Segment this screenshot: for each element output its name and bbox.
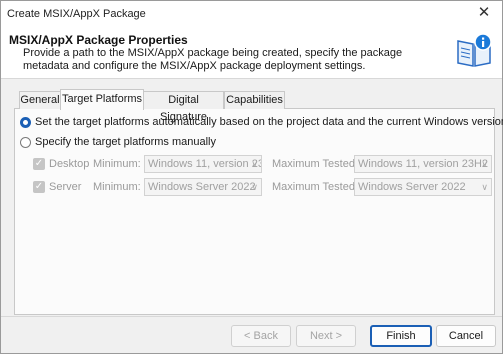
server-checkbox[interactable]: ✓ [33, 181, 45, 193]
window-title: Create MSIX/AppX Package [7, 8, 146, 20]
desktop-minimum-value: Windows 11, version 23 [148, 158, 262, 170]
manual-platforms-radio[interactable] [20, 137, 31, 148]
next-button[interactable]: Next > [296, 325, 356, 347]
wizard-header: MSIX/AppX Package Properties Provide a p… [1, 27, 502, 79]
desktop-minimum-label: Minimum: [93, 158, 141, 170]
server-max-select[interactable]: Windows Server 2022 ∨ [354, 178, 492, 196]
desktop-max-value: Windows 11, version 23H2 [358, 158, 489, 170]
desktop-checkbox[interactable]: ✓ [33, 158, 45, 170]
chevron-down-icon: ∨ [251, 182, 258, 192]
manual-platforms-label[interactable]: Specify the target platforms manually [35, 136, 216, 148]
desktop-max-label: Maximum Tested: [272, 158, 358, 170]
page-title: MSIX/AppX Package Properties [9, 33, 188, 47]
server-minimum-select[interactable]: Windows Server 2022 ∨ [144, 178, 262, 196]
server-max-label: Maximum Tested: [272, 181, 358, 193]
tab-target-platforms[interactable]: Target Platforms [60, 89, 144, 110]
tab-general[interactable]: General [19, 91, 61, 109]
chevron-down-icon: ∨ [251, 159, 258, 169]
dialog-window: Create MSIX/AppX Package ✕ MSIX/AppX Pac… [0, 0, 503, 354]
page-description: Provide a path to the MSIX/AppX package … [23, 47, 403, 72]
tab-capabilities[interactable]: Capabilities [224, 91, 285, 109]
finish-button[interactable]: Finish [370, 325, 432, 347]
desktop-label: Desktop [49, 158, 90, 170]
desktop-minimum-select[interactable]: Windows 11, version 23 ∨ [144, 155, 262, 173]
auto-platforms-label[interactable]: Set the target platforms automatically b… [35, 116, 503, 128]
server-max-value: Windows Server 2022 [358, 181, 466, 193]
auto-platforms-radio[interactable] [20, 117, 31, 128]
close-icon[interactable]: ✕ [476, 5, 492, 21]
cancel-button[interactable]: Cancel [436, 325, 496, 347]
footer-divider [1, 316, 502, 317]
tab-digital-signature[interactable]: Digital Signature [143, 91, 224, 123]
book-info-icon [457, 33, 492, 67]
desktop-max-select[interactable]: Windows 11, version 23H2 ∨ [354, 155, 492, 173]
chevron-down-icon: ∨ [481, 159, 488, 169]
chevron-down-icon: ∨ [481, 182, 488, 192]
back-button[interactable]: < Back [231, 325, 291, 347]
server-minimum-value: Windows Server 2022 [148, 181, 256, 193]
server-label: Server [49, 181, 82, 193]
tab-panel: Set the target platforms automatically b… [14, 108, 503, 315]
server-minimum-label: Minimum: [93, 181, 141, 193]
title-bar: Create MSIX/AppX Package ✕ [1, 1, 502, 27]
